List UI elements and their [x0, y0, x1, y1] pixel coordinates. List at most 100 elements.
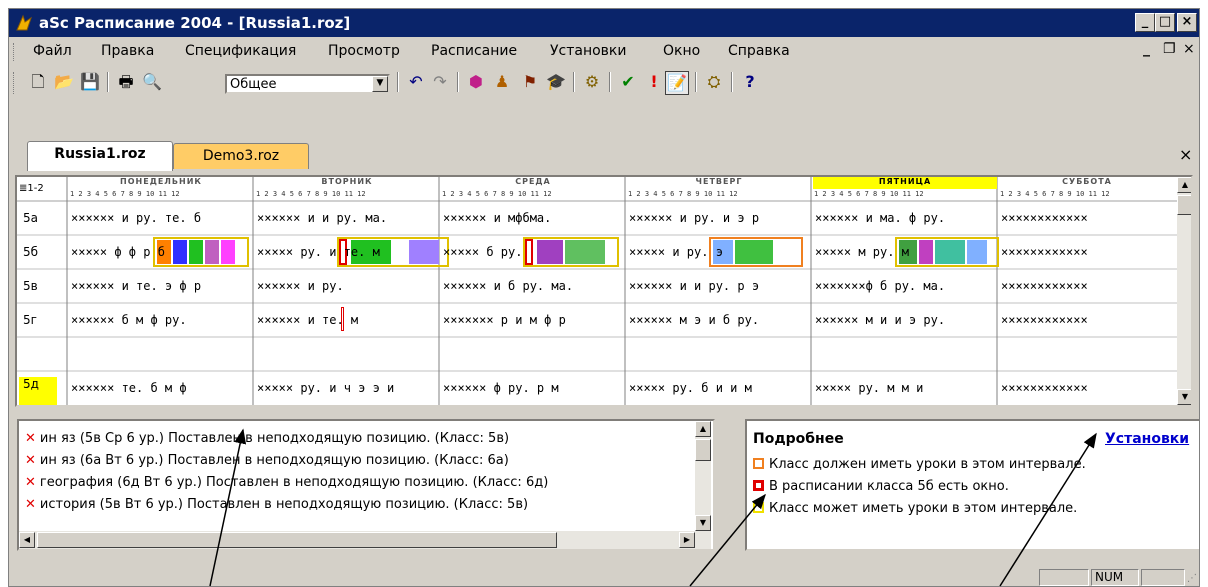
cell-5g-tue[interactable]: ×××××× и те. м	[257, 303, 437, 337]
wizard-icon[interactable]: ⛭	[703, 71, 725, 93]
open-folder-icon[interactable]: 📂	[53, 71, 75, 93]
error-item[interactable]: ✕ ин яз (6а Вт 6 ур.) Поставлен в неподхо…	[25, 453, 509, 473]
cell-5b-fri[interactable]: ××××× м ру. м	[815, 235, 995, 269]
view-selector[interactable]: Общее ▼	[225, 74, 390, 94]
cell-5b-thu[interactable]: ××××× и ру. э	[629, 235, 809, 269]
scroll-thumb[interactable]	[695, 439, 711, 461]
maximize-button[interactable]: □	[1155, 13, 1175, 32]
cell-5d-fri[interactable]: ××××× ру. м м и	[815, 371, 995, 405]
cell-5d-tue[interactable]: ××××× ру. и ч э э и	[257, 371, 437, 405]
menu-edit[interactable]: Правка	[101, 43, 154, 59]
cell-5d-thu[interactable]: ××××× ру. б и и м	[629, 371, 809, 405]
cell-5g-mon[interactable]: ×××××× б м ф ру.	[71, 303, 251, 337]
cell-5a-fri[interactable]: ×××××× и ма. ф ру.	[815, 201, 995, 235]
cell-5v-tue[interactable]: ×××××× и ру.	[257, 269, 437, 303]
scroll-down-icon[interactable]: ▼	[695, 515, 711, 531]
menu-specification[interactable]: Спецификация	[185, 43, 296, 59]
redo-icon[interactable]: ↷	[429, 71, 451, 93]
error-item[interactable]: ✕ география (6д Вт 6 ур.) Поставлен в неп…	[25, 475, 548, 495]
teachers-icon[interactable]: ♟	[491, 71, 513, 93]
check-icon[interactable]: ✔	[617, 71, 639, 93]
menu-file[interactable]: Файл	[33, 43, 72, 59]
scroll-left-icon[interactable]: ◀	[19, 532, 35, 548]
classes-icon[interactable]: 🎓	[545, 71, 567, 93]
scroll-right-icon[interactable]: ▶	[679, 532, 695, 548]
cell-5a-mon[interactable]: ×××××× и ру. те. б	[71, 201, 251, 235]
resize-grip-icon[interactable]: ⋰	[1187, 573, 1197, 584]
menu-view[interactable]: Просмотр	[328, 43, 400, 59]
class-label-5g[interactable]: 5г	[19, 313, 57, 327]
help-icon[interactable]: ?	[739, 71, 761, 93]
toolbar-separator	[457, 72, 459, 92]
save-icon[interactable]: 💾	[79, 71, 101, 93]
edit-timetable-icon[interactable]: 📝	[665, 71, 689, 95]
cell-5b-wed[interactable]: ××××× б ру.	[443, 235, 623, 269]
cell-5b-mon[interactable]: ××××× ф ф р б	[71, 235, 251, 269]
day-header-sat: СУББОТА	[1062, 177, 1112, 186]
undo-icon[interactable]: ↶	[405, 71, 427, 93]
class-label-5a[interactable]: 5а	[19, 211, 57, 225]
cell-5g-fri[interactable]: ×××××× м и и э ру.	[815, 303, 995, 337]
class-label-5d[interactable]: 5д	[19, 377, 57, 405]
generate-icon[interactable]: ⚙	[581, 71, 603, 93]
chevron-down-icon[interactable]: ▼	[372, 76, 388, 92]
scroll-thumb[interactable]	[37, 532, 557, 548]
menu-settings[interactable]: Установки	[550, 43, 627, 59]
toolbar-grip	[13, 72, 17, 94]
status-pane	[1039, 569, 1089, 586]
cell-5g-thu[interactable]: ×××××× м э и б ру.	[629, 303, 809, 337]
cell-5a-thu[interactable]: ×××××× и ру. и э р	[629, 201, 809, 235]
cell-5a-tue[interactable]: ×××××× и и ру. ма.	[257, 201, 437, 235]
scroll-down-icon[interactable]: ▼	[1177, 389, 1191, 405]
error-horizontal-scrollbar[interactable]: ◀ ▶	[19, 531, 711, 549]
cell-5v-thu[interactable]: ×××××× и и ру. р э	[629, 269, 809, 303]
menu-timetable[interactable]: Расписание	[431, 43, 517, 59]
class-label-5b[interactable]: 5б	[19, 245, 57, 259]
close-button[interactable]: ×	[1177, 13, 1197, 32]
error-list: ✕ ин яз (5в Ср 6 ур.) Поставлен в неподхо…	[17, 419, 715, 551]
mdi-restore-icon[interactable]: ❐	[1163, 41, 1176, 57]
cell-5d-sat[interactable]: ××××××××××××	[1001, 371, 1175, 405]
timetable-grid[interactable]: ≣1-2 ПОНЕДЕЛЬНИК ВТОРНИК СРЕДА ЧЕТВЕРГ П…	[15, 175, 1193, 407]
classrooms-icon[interactable]: ⚑	[519, 71, 541, 93]
day-header-wed: СРЕДА	[515, 177, 551, 186]
close-tab-icon[interactable]: ×	[1179, 145, 1192, 164]
corner-label[interactable]: ≣1-2	[19, 183, 44, 194]
mdi-minimize-icon[interactable]: _	[1143, 41, 1150, 57]
cell-5b-tue[interactable]: ××××× ру. и те. м	[257, 235, 437, 269]
cell-5v-fri[interactable]: ×××××××ф б ру. ма.	[815, 269, 995, 303]
cell-5d-mon[interactable]: ×××××× те. б м ф	[71, 371, 251, 405]
error-item[interactable]: ✕ ин яз (5в Ср 6 ур.) Поставлен в неподхо…	[25, 431, 509, 451]
tab-russia1[interactable]: Russia1.roz	[27, 141, 173, 171]
cell-5a-sat[interactable]: ××××××××××××	[1001, 201, 1175, 235]
print-icon[interactable]: 🖶	[115, 71, 137, 93]
minimize-button[interactable]: _	[1135, 13, 1155, 32]
cell-5v-sat[interactable]: ××××××××××××	[1001, 269, 1175, 303]
cell-5a-wed[interactable]: ×××××× и мфбма.	[443, 201, 623, 235]
class-label-5v[interactable]: 5в	[19, 279, 57, 293]
cell-5v-wed[interactable]: ×××××× и б ру. ма.	[443, 269, 623, 303]
error-x-icon: ✕	[25, 475, 36, 490]
mdi-close-icon[interactable]: ×	[1183, 41, 1195, 57]
error-vertical-scrollbar[interactable]: ▲ ▼	[695, 421, 711, 531]
alert-icon[interactable]: !	[643, 71, 665, 93]
menu-help[interactable]: Справка	[728, 43, 790, 59]
tab-demo3[interactable]: Demo3.roz	[173, 143, 309, 169]
subjects-icon[interactable]: ⬢	[465, 71, 487, 93]
scroll-up-icon[interactable]: ▲	[695, 421, 711, 437]
error-item[interactable]: ✕ история (5в Вт 6 ур.) Поставлен в непод…	[25, 497, 528, 517]
cell-5g-sat[interactable]: ××××××××××××	[1001, 303, 1175, 337]
cell-5v-mon[interactable]: ×××××× и те. э ф р	[71, 269, 251, 303]
cell-5d-wed[interactable]: ×××××× ф ру. р м	[443, 371, 623, 405]
new-file-icon[interactable]: 🗋	[27, 71, 49, 93]
cell-5b-sat[interactable]: ××××××××××××	[1001, 235, 1175, 269]
settings-link[interactable]: Установки	[1105, 431, 1189, 447]
cell-5g-wed[interactable]: ××××××× р и м ф р	[443, 303, 623, 337]
print-preview-icon[interactable]: 🔍	[141, 71, 163, 93]
grid-vertical-scrollbar[interactable]: ▲ ▼	[1177, 177, 1191, 405]
menu-window[interactable]: Окно	[663, 43, 700, 59]
scroll-thumb[interactable]	[1177, 195, 1191, 215]
day-header-mon: ПОНЕДЕЛЬНИК	[120, 177, 202, 186]
scroll-up-icon[interactable]: ▲	[1177, 177, 1191, 193]
lesson-numbers-wed: 1 2 3 4 5 6 7 8 9 10 11 12	[442, 190, 552, 198]
